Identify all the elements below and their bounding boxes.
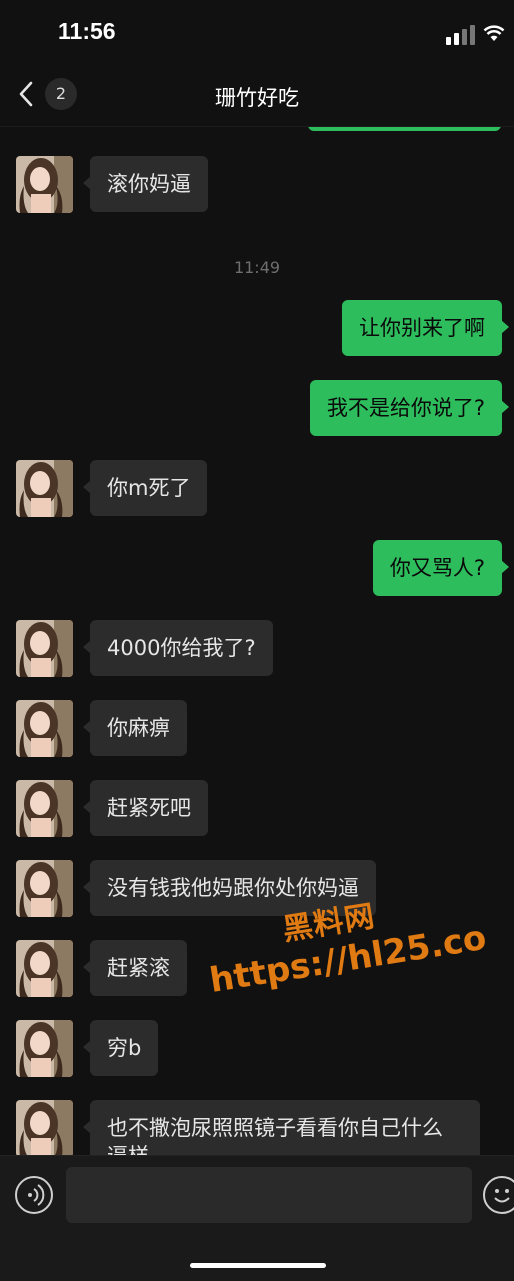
- received-message-bubble[interactable]: 也不撒泡尿照照镜子看看你自己什么逼样: [83, 1100, 480, 1155]
- received-message-bubble[interactable]: 没有钱我他妈跟你处你妈逼: [83, 860, 376, 916]
- emoji-button[interactable]: [483, 1176, 514, 1214]
- contact-avatar[interactable]: [16, 700, 73, 757]
- contact-avatar[interactable]: [16, 940, 73, 997]
- cellular-signal-icon: [446, 25, 475, 45]
- contact-avatar[interactable]: [16, 860, 73, 917]
- received-message-bubble[interactable]: 滚你妈逼: [83, 156, 208, 212]
- home-indicator: [190, 1263, 326, 1268]
- message-timestamp: 11:49: [233, 258, 281, 277]
- contact-avatar[interactable]: [16, 1020, 73, 1077]
- sent-message-bubble[interactable]: 你又骂人?: [372, 540, 510, 596]
- chat-header: 2 珊竹好吃: [0, 64, 514, 127]
- received-message-bubble[interactable]: 赶紧滚: [83, 940, 187, 996]
- status-bar: 11:56: [0, 0, 514, 64]
- contact-avatar[interactable]: [16, 1100, 73, 1155]
- contact-avatar[interactable]: [16, 780, 73, 837]
- chat-title: 珊竹好吃: [215, 86, 299, 110]
- previous-sent-bubble: [308, 127, 501, 131]
- sent-message-bubble[interactable]: 让你别来了啊: [342, 300, 509, 356]
- status-time: 11:56: [58, 18, 116, 44]
- emoji-icon: [494, 1189, 510, 1203]
- received-message-bubble[interactable]: 你麻痹: [83, 700, 187, 756]
- contact-avatar[interactable]: [16, 156, 73, 213]
- message-input[interactable]: [66, 1167, 472, 1223]
- message-list[interactable]: 滚你妈逼 11:49 让你别来了啊我不是给你说了? 你m死了你又骂人? 4000你给我了…: [0, 127, 514, 1155]
- received-message-bubble[interactable]: 穷b: [82, 1020, 159, 1076]
- voice-icon: [28, 1184, 45, 1206]
- wifi-icon: [483, 25, 505, 41]
- contact-avatar[interactable]: [16, 620, 73, 677]
- sent-message-bubble[interactable]: 我不是给你说了?: [309, 380, 510, 436]
- received-message-bubble[interactable]: 你m死了: [82, 460, 208, 516]
- received-message-bubble[interactable]: 4000你给我了?: [83, 620, 273, 676]
- voice-button[interactable]: [15, 1176, 53, 1214]
- received-message-bubble[interactable]: 赶紧死吧: [83, 780, 208, 836]
- contact-avatar[interactable]: [16, 460, 73, 517]
